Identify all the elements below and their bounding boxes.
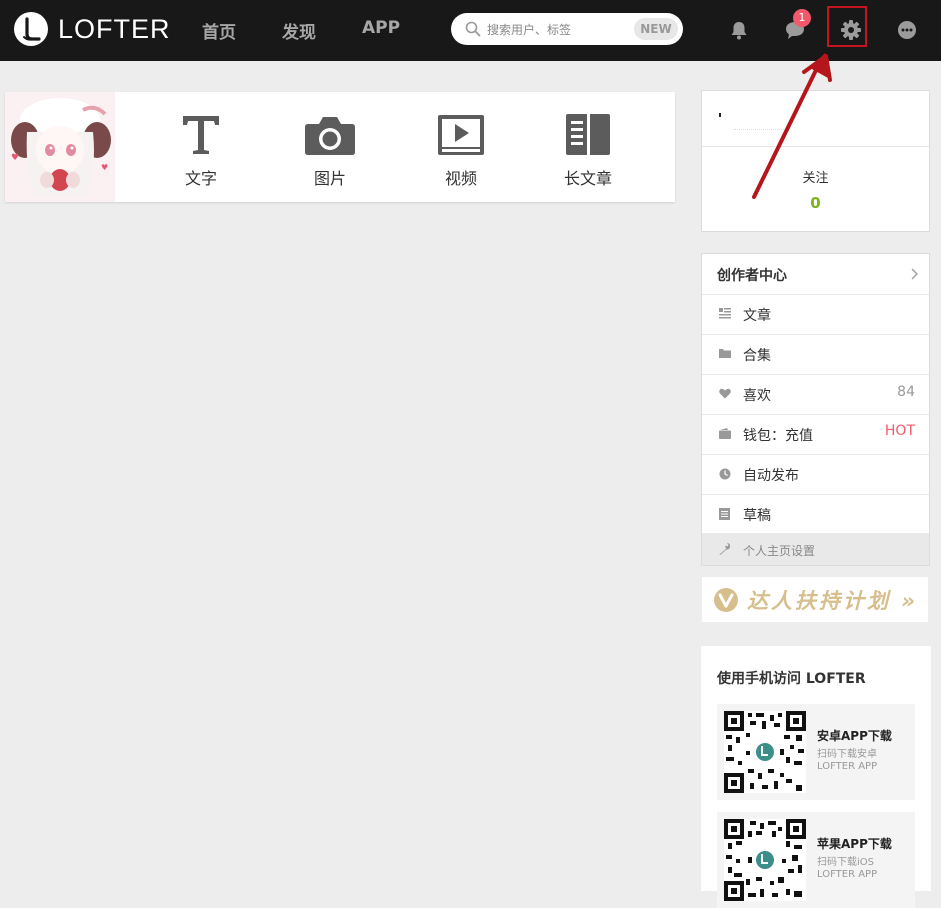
bell-icon[interactable] (726, 17, 752, 43)
clock-icon (719, 468, 731, 480)
nav-home[interactable]: 首页 (202, 18, 236, 43)
user-subtitle-placeholder (734, 129, 784, 131)
new-badge: NEW (634, 18, 678, 40)
qr-card-line2: LOFTER APP (817, 761, 878, 772)
post-photo-button[interactable]: 图片 (285, 112, 375, 188)
wrench-icon (719, 543, 730, 555)
search-icon (465, 21, 481, 37)
menu-item-label: 文章 (743, 308, 771, 324)
username-placeholder (719, 113, 721, 117)
post-photo-label: 图片 (313, 169, 346, 188)
more-icon[interactable] (894, 17, 920, 43)
homepage-settings-label: 个人主页设置 (743, 544, 816, 558)
article-icon (566, 114, 610, 155)
logo-text: LOFTER (58, 13, 171, 44)
folder-icon (719, 349, 731, 358)
menu-item-label: 草稿 (743, 508, 771, 524)
menu-item-label: 合集 (743, 348, 771, 364)
list-icon (719, 308, 731, 319)
heart-icon (719, 388, 731, 399)
svg-text:♥: ♥ (11, 153, 19, 163)
chevron-right-icon (911, 268, 918, 280)
qr-card-line1: 扫码下载安卓 (817, 749, 877, 760)
homepage-settings-link[interactable]: 个人主页设置 (702, 533, 929, 565)
menu-item-label: 喜欢 (743, 388, 771, 404)
v-badge-icon (714, 588, 738, 612)
menu-item-wallet[interactable]: 钱包：充值 HOT (702, 414, 929, 455)
svg-text:♥: ♥ (101, 163, 108, 172)
user-card-divider (702, 146, 929, 147)
avatar[interactable]: ♥ ♥ (5, 92, 115, 202)
qr-card-title: 安卓APP下载 (817, 729, 892, 743)
menu-item-drafts[interactable]: 草稿 (702, 494, 929, 535)
lofter-logo-icon (14, 12, 48, 46)
nav-app[interactable]: APP (362, 18, 400, 38)
ios-qr-code (724, 819, 806, 901)
menu-item-likes[interactable]: 喜欢 84 (702, 374, 929, 415)
ios-download-card[interactable]: 苹果APP下载 扫码下载iOS LOFTER APP (717, 812, 915, 908)
follow-count[interactable]: 0 (702, 194, 929, 212)
likes-count: 84 (897, 384, 915, 400)
app-panel-title: 使用手机访问 LOFTER (717, 671, 866, 687)
qr-card-title: 苹果APP下载 (817, 837, 892, 851)
qr-card-line1: 扫码下载iOS (817, 857, 874, 868)
menu-item-label: 自动发布 (743, 468, 799, 484)
top-bar: LOFTER 首页 发现 APP 搜索用户、标签 NEW 1 (0, 0, 941, 61)
post-text-button[interactable]: 文字 (156, 112, 246, 188)
search-input[interactable]: 搜索用户、标签 (487, 21, 571, 38)
menu-item-collections[interactable]: 合集 (702, 334, 929, 375)
text-icon (183, 116, 219, 154)
post-video-button[interactable]: 视频 (416, 112, 506, 188)
android-qr-code (724, 711, 806, 793)
menu-item-articles[interactable]: 文章 (702, 294, 929, 335)
video-icon (438, 115, 484, 155)
creator-center-label: 创作者中心 (717, 268, 787, 284)
lofter-logo[interactable]: LOFTER (14, 12, 171, 46)
menu-item-label: 钱包：充值 (743, 428, 813, 444)
camera-icon (305, 117, 355, 155)
qr-card-line2: LOFTER APP (817, 869, 878, 880)
follow-label[interactable]: 关注 (702, 167, 929, 186)
hot-badge: HOT (884, 423, 915, 439)
banner-text: 达人扶持计划 » (747, 589, 918, 613)
wallet-icon (719, 428, 731, 439)
creator-menu: 创作者中心 文章 合集 喜欢 84 钱包：充值 HOT 自动发布 草稿 个人主页… (701, 253, 930, 566)
post-article-button[interactable]: 长文章 (543, 112, 633, 188)
mobile-app-panel: 使用手机访问 LOFTER 安卓APP下载 扫码下载安卓 LOFTER APP (701, 646, 931, 908)
draft-icon (719, 508, 730, 520)
post-text-label: 文字 (184, 169, 217, 188)
post-article-label: 长文章 (563, 169, 612, 188)
post-video-label: 视频 (444, 169, 477, 188)
menu-item-auto-publish[interactable]: 自动发布 (702, 454, 929, 495)
search-box[interactable]: 搜索用户、标签 NEW (451, 13, 683, 45)
creator-support-banner[interactable]: 达人扶持计划 » (702, 577, 928, 622)
user-card: 关注 0 (701, 90, 930, 232)
settings-highlight-box (827, 6, 867, 47)
nav-discover[interactable]: 发现 (282, 18, 316, 43)
post-panel: ♥ ♥ 文字 图片 视频 长文章 (5, 92, 675, 202)
android-download-card[interactable]: 安卓APP下载 扫码下载安卓 LOFTER APP (717, 704, 915, 800)
creator-center-link[interactable]: 创作者中心 (702, 254, 929, 295)
message-count-badge: 1 (793, 9, 811, 27)
